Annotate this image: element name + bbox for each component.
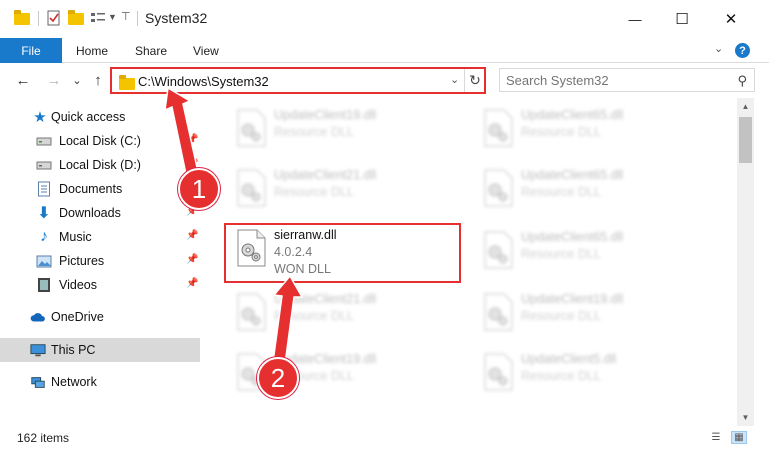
navigation-pane: ★ Quick access Local Disk (C:) 📌 Local D… — [0, 98, 200, 426]
forward-button[interactable]: → — [45, 71, 63, 89]
file-highlight-box — [224, 223, 461, 283]
star-icon: ★ — [33, 109, 47, 126]
toolbar-separator — [38, 11, 39, 26]
network-icon — [30, 374, 46, 390]
file-item[interactable]: UpdateClient19.dll Resource DLL — [224, 100, 464, 152]
drive-icon — [36, 157, 52, 173]
vertical-scrollbar[interactable]: ▲ ▼ — [737, 98, 754, 426]
chevron-down-icon[interactable]: ⌄ — [450, 73, 459, 86]
sidebar-item-documents[interactable]: Documents 📌 — [0, 177, 200, 201]
properties-icon[interactable] — [46, 10, 62, 26]
file-item[interactable]: UpdateClient65.dll Resource DLL — [471, 100, 711, 152]
sidebar-item-videos[interactable]: Videos 📌 — [0, 273, 200, 297]
recent-locations-button[interactable]: ⌄ — [68, 71, 86, 89]
sidebar-item-network[interactable]: Network — [0, 370, 200, 394]
address-path[interactable]: C:\Windows\System32 — [138, 74, 269, 89]
title-bar: ▼ ⊤ System32 — ☐ ✕ — [0, 0, 769, 38]
back-button[interactable]: ← — [14, 71, 32, 89]
help-icon[interactable]: ? — [735, 43, 750, 58]
dll-file-icon — [232, 292, 270, 332]
file-item[interactable]: UpdateClient21.dll Resource DLL — [224, 284, 464, 336]
navigation-bar: ← → ⌄ ↑ C:\Windows\System32 ⌄ ↻ ⚲ — [0, 63, 769, 98]
close-button[interactable]: ✕ — [708, 0, 754, 38]
videos-icon — [36, 277, 52, 293]
folder-icon — [119, 75, 135, 90]
drive-icon — [36, 133, 52, 149]
status-bar: 162 items ☰ ▦ — [0, 426, 769, 448]
folder-icon[interactable] — [14, 10, 30, 26]
sidebar-item-quick-access[interactable]: ★ Quick access — [0, 105, 200, 129]
maximize-button[interactable]: ☐ — [659, 0, 705, 38]
tab-view[interactable]: View — [193, 38, 219, 63]
search-icon[interactable]: ⚲ — [737, 73, 747, 89]
tab-home[interactable]: Home — [76, 38, 108, 63]
computer-icon — [30, 342, 46, 358]
dll-file-icon — [479, 108, 517, 148]
dll-file-icon — [232, 108, 270, 148]
pin-icon[interactable]: 📌 — [186, 134, 198, 145]
sidebar-item-pictures[interactable]: Pictures 📌 — [0, 249, 200, 273]
item-count: 162 items — [17, 431, 70, 445]
scroll-up-icon[interactable]: ▲ — [737, 98, 754, 115]
dll-file-icon — [479, 168, 517, 208]
sidebar-item-this-pc[interactable]: This PC — [0, 338, 200, 362]
file-item[interactable]: UpdateClient21.dll Resource DLL — [224, 160, 464, 212]
pin-icon[interactable]: 📌 — [186, 230, 198, 241]
music-icon: ♪ — [40, 228, 48, 245]
refresh-button[interactable]: ↻ — [464, 69, 485, 92]
scroll-down-icon[interactable]: ▼ — [737, 409, 754, 426]
tab-file[interactable]: File — [0, 38, 62, 63]
scroll-thumb[interactable] — [739, 117, 752, 163]
sidebar-item-downloads[interactable]: ⬇ Downloads 📌 — [0, 201, 200, 225]
customize-view-icon[interactable] — [90, 10, 106, 26]
sidebar-item-music[interactable]: ♪ Music 📌 — [0, 225, 200, 249]
step-badge-2: 2 — [257, 357, 299, 399]
dll-file-icon — [479, 352, 517, 392]
download-icon: ⬇ — [37, 205, 51, 222]
toolbar-separator — [137, 11, 138, 26]
dll-file-icon — [479, 230, 517, 270]
new-folder-icon[interactable] — [68, 10, 84, 26]
file-item[interactable]: UpdateClient65.dll Resource DLL — [471, 222, 711, 274]
file-item[interactable]: UpdateClient5.dll Resource DLL — [471, 344, 711, 396]
details-view-icon[interactable]: ☰ — [708, 431, 724, 444]
pin-icon[interactable]: 📌 — [186, 254, 198, 265]
pictures-icon — [36, 253, 52, 269]
sidebar-item-local-disk-d[interactable]: Local Disk (D:) 📌 — [0, 153, 200, 177]
tab-share[interactable]: Share — [135, 38, 167, 63]
sidebar-item-local-disk-c[interactable]: Local Disk (C:) 📌 — [0, 129, 200, 153]
minimize-button[interactable]: — — [612, 0, 658, 38]
address-bar[interactable]: C:\Windows\System32 ⌄ ↻ — [110, 67, 486, 94]
tiles-view-icon[interactable]: ▦ — [731, 431, 747, 444]
pin-toolbar-icon[interactable]: ⊤ — [121, 10, 137, 26]
documents-icon — [36, 181, 52, 197]
ribbon-tabs: File Home Share View ⌄ ? — [0, 38, 769, 63]
up-button[interactable]: ↑ — [89, 71, 107, 89]
file-item[interactable]: UpdateClient19.dll Resource DLL — [471, 284, 711, 336]
step-badge-1: 1 — [178, 168, 220, 210]
pin-icon[interactable]: 📌 — [186, 278, 198, 289]
window-title: System32 — [145, 10, 208, 26]
dll-file-icon — [479, 292, 517, 332]
file-item[interactable]: UpdateClient65.dll Resource DLL — [471, 160, 711, 212]
dll-file-icon — [232, 168, 270, 208]
sidebar-item-onedrive[interactable]: OneDrive — [0, 305, 200, 329]
cloud-icon — [30, 309, 46, 325]
search-box[interactable]: ⚲ — [499, 68, 755, 92]
search-input[interactable] — [506, 72, 721, 88]
expand-ribbon-icon[interactable]: ⌄ — [714, 42, 723, 55]
